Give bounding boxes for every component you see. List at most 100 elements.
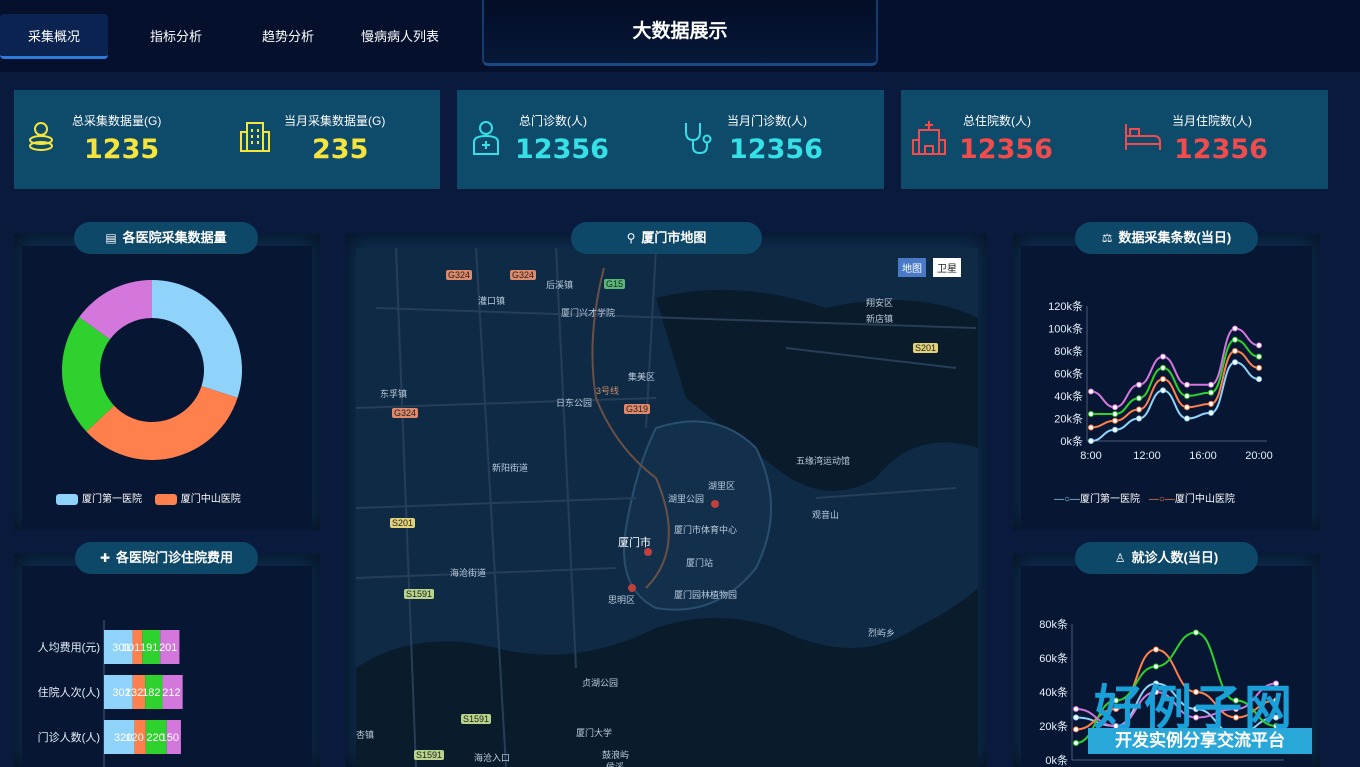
stat-month-inpatient: 当月住院数(人) 12356 [1114, 90, 1328, 189]
place-label: 日东公园 [556, 398, 593, 408]
donut-slice [86, 386, 238, 460]
place-label: 厦门市 [618, 537, 651, 549]
place-label: 厦门站 [686, 558, 714, 568]
series-point [1136, 415, 1142, 422]
y-tick-label: 80k条 [1039, 617, 1068, 631]
series-point [1256, 364, 1262, 371]
panel-title-text: 就诊人数(当日) [1131, 550, 1219, 565]
collect-legend: —○—厦门第一医院 —○—厦门中山医院 [1054, 490, 1235, 505]
stat-value: 12356 [515, 134, 609, 165]
stat-label: 总门诊数(人) [519, 114, 587, 128]
legend-swatch-blue [56, 493, 78, 505]
stat-card-outpatient: 总门诊数(人) 12356 当月门诊数(人) 12356 [457, 90, 884, 189]
road-sign: G324 [392, 408, 419, 418]
road-sign: S1591 [461, 714, 492, 724]
bar-value-label: 132 [125, 687, 143, 699]
legend-label: 厦门中山医院 [1174, 494, 1235, 505]
series-point [1208, 381, 1214, 388]
place-label: 海沧街道 [450, 568, 487, 578]
panel-title-fees: ✚ 各医院门诊住院费用 [75, 542, 258, 574]
doctor-icon [473, 121, 499, 155]
y-tick-label: 0k条 [1060, 434, 1083, 448]
tab-chronic-patients[interactable]: 慢病病人列表 [346, 14, 454, 59]
road-sign: S201 [390, 518, 416, 528]
tab-collect-overview[interactable]: 采集概况 [0, 14, 108, 59]
series-point [1184, 415, 1190, 422]
panel-title-map: ⚲ 厦门市地图 [571, 222, 762, 254]
title-frame: 大数据展示 [482, 0, 878, 66]
satellite-mode-button[interactable]: 卫星 [933, 258, 961, 277]
city-map[interactable]: 地图 卫星 后溪镇 灌口镇 厦门兴才学院 东孚镇 集美区 日东公园 新阳街道 湖… [356, 248, 978, 767]
tab-indicator-analysis[interactable]: 指标分析 [122, 14, 230, 59]
coins-icon [29, 122, 53, 151]
map-mode-button[interactable]: 地图 [898, 258, 926, 277]
series-point [1112, 404, 1118, 411]
panel-title-text: 各医院门诊住院费用 [116, 550, 234, 565]
legend-swatch-orange [154, 493, 177, 505]
map-marker[interactable] [628, 584, 636, 592]
series-point [1073, 706, 1079, 712]
bar-category-label: 人均费用(元) [38, 641, 100, 654]
series-point [1073, 714, 1079, 721]
legend-line-icon: —○— [1054, 494, 1081, 505]
panel-title-collect-count: ⚖ 数据采集条数(当日) [1075, 222, 1258, 254]
panel-title-text: 数据采集条数(当日) [1118, 230, 1232, 245]
watermark-logo-sub: 开发实例分享交流平台 [1088, 728, 1312, 754]
road-sign: S1591 [404, 589, 435, 599]
stat-total-data: 总采集数据量(G) 1235 [14, 90, 227, 189]
bar-value-label: 191 [140, 642, 158, 654]
hospital-icon [912, 121, 946, 155]
place-label: 贞湖公园 [582, 678, 619, 688]
series-point [1184, 393, 1190, 399]
stat-value: 235 [312, 134, 369, 165]
y-tick-label: 100k条 [1048, 322, 1083, 336]
stat-month-data: 当月采集数据量(G) 235 [227, 90, 440, 189]
road-sign: G15 [604, 279, 626, 289]
stat-total-inpatient: 总住院数(人) 12356 [901, 90, 1114, 189]
building-icon [240, 122, 270, 152]
pulse-chart-icon: ⚖ [1101, 231, 1113, 245]
bar-value-label: 150 [161, 732, 179, 744]
y-tick-label: 120k条 [1048, 299, 1083, 313]
y-tick-label: 60k条 [1039, 651, 1068, 665]
series-point [1073, 726, 1079, 733]
place-label: 新店镇 [866, 314, 894, 324]
place-label: 东孚镇 [380, 389, 408, 399]
y-tick-label: 60k条 [1054, 367, 1083, 381]
road-sign: S1591 [414, 750, 445, 760]
series-point [1232, 348, 1238, 354]
series-point [1256, 353, 1262, 360]
tab-trend-analysis[interactable]: 趋势分析 [234, 14, 342, 59]
series-point [1232, 325, 1238, 332]
series-point [1160, 364, 1166, 371]
place-label: 厦门兴才学院 [561, 308, 616, 318]
series-point [1184, 381, 1190, 388]
place-label: 集美区 [628, 372, 656, 382]
series-point [1208, 409, 1214, 416]
stat-value: 12356 [959, 134, 1053, 165]
series-point [1112, 426, 1118, 433]
series-point [1193, 629, 1199, 636]
stat-value: 12356 [729, 134, 823, 165]
x-tick-label: 12:00 [1133, 450, 1161, 462]
x-tick-label: 20:00 [1245, 450, 1273, 462]
stat-label: 当月门诊数(人) [727, 114, 807, 128]
medical-cross-icon: ✚ [99, 551, 111, 565]
series-point [1136, 406, 1142, 413]
series-point [1073, 740, 1079, 746]
y-tick-label: 40k条 [1039, 685, 1068, 699]
place-label: 翔安区 [866, 298, 894, 308]
metro-line-label: 3号线 [596, 386, 620, 396]
bar-value-label: 212 [162, 687, 180, 699]
donut-chart [61, 280, 242, 460]
panel-title-text: 各医院采集数据量 [122, 230, 227, 245]
series-point [1184, 404, 1190, 411]
sea-area [356, 588, 978, 767]
series-point [1160, 387, 1166, 394]
map-marker[interactable] [711, 500, 719, 508]
series-point [1088, 438, 1094, 444]
legend-line-icon: —○— [1148, 494, 1175, 505]
stat-card-data-volume: 总采集数据量(G) 1235 当月采集数据量(G) 235 [14, 90, 440, 189]
stat-value: 12356 [1174, 134, 1268, 165]
stat-value: 1235 [84, 134, 160, 165]
